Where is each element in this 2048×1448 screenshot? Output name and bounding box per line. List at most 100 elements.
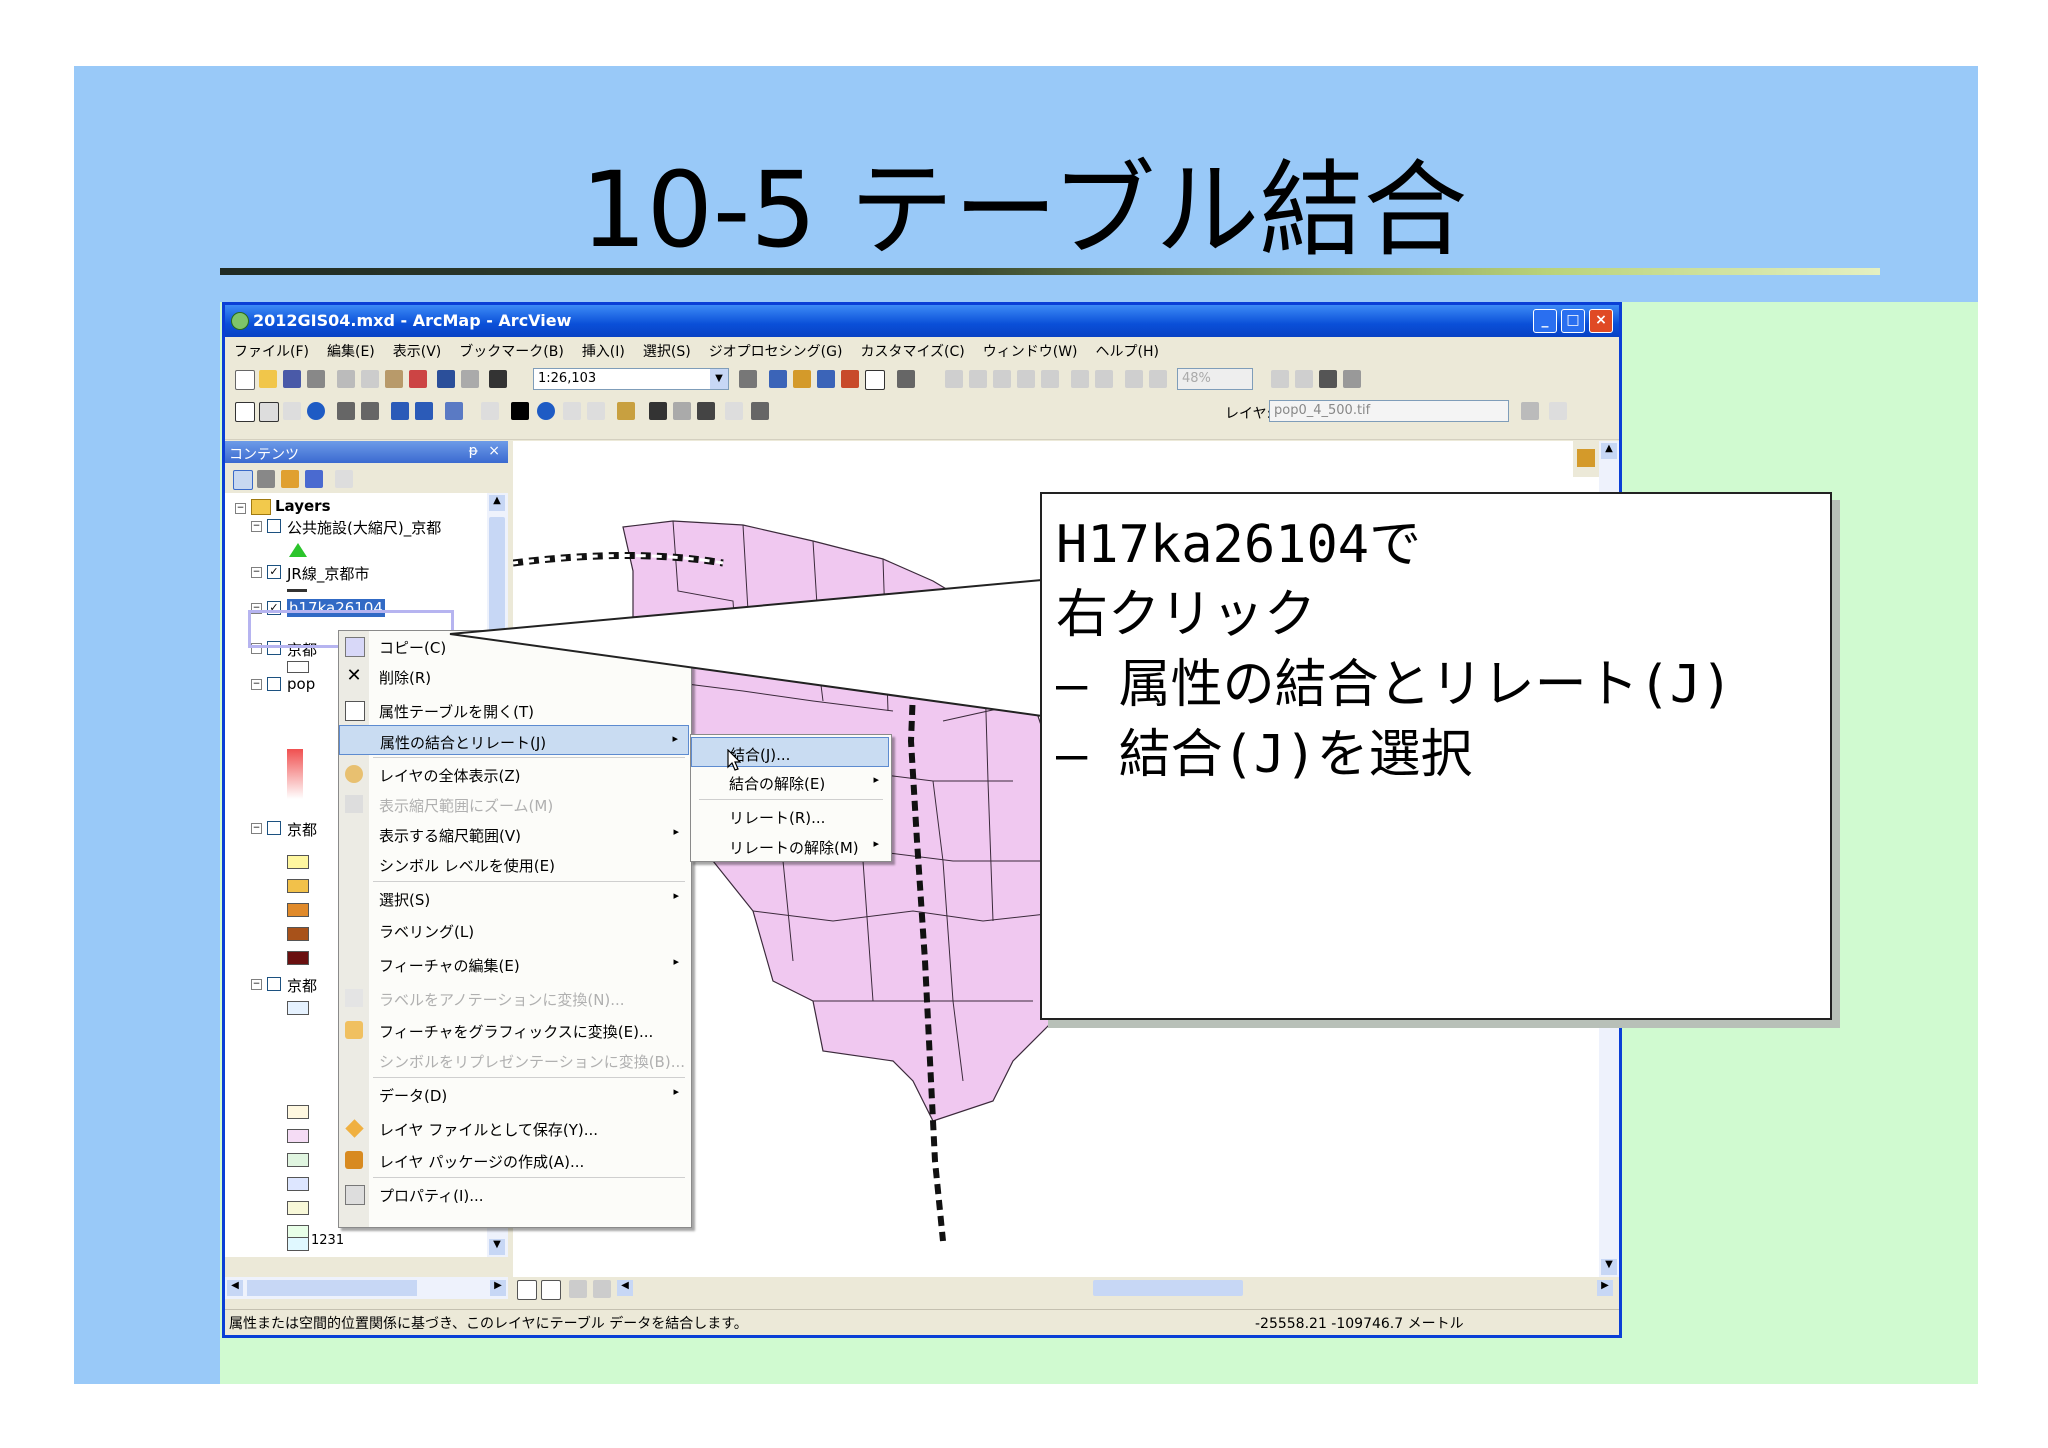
paste-icon[interactable] (385, 370, 403, 388)
maximize-button[interactable]: □ (1561, 309, 1585, 333)
zoom-out-icon[interactable] (259, 402, 279, 422)
layout-forward-icon[interactable] (1149, 370, 1167, 388)
submenu-item-remove-relates[interactable]: リレートの解除(M) ▸ (691, 831, 889, 861)
copy-icon[interactable] (361, 370, 379, 388)
print-icon[interactable] (307, 370, 325, 388)
menu-item-visible-scale-range[interactable]: 表示する縮尺範囲(V) ▸ (339, 819, 689, 849)
menu-item-zoom-to-layer[interactable]: レイヤの全体表示(Z) (339, 759, 689, 789)
undo-icon[interactable] (437, 370, 455, 388)
menu-item-create-layer-package[interactable]: レイヤ パッケージの作成(A)... (339, 1145, 689, 1175)
scroll-up-icon[interactable]: ▲ (489, 495, 505, 511)
new-document-icon[interactable] (235, 370, 255, 390)
layout-view-icon[interactable] (541, 1280, 561, 1300)
menu-item-delete[interactable]: ✕ 削除(R) (339, 661, 689, 691)
georef-icon[interactable] (1521, 402, 1539, 420)
layer-checkbox[interactable] (267, 821, 281, 835)
toc-options-icon[interactable] (335, 470, 353, 488)
hscroll-thumb[interactable] (247, 1280, 417, 1296)
layout-full-icon[interactable] (1017, 370, 1035, 388)
menu-item-joins-and-relates[interactable]: 属性の結合とリレート(J) ▸ (339, 725, 689, 755)
layout-fixed-in-icon[interactable] (1071, 370, 1089, 388)
measure-icon[interactable] (617, 402, 635, 420)
chevron-down-icon[interactable]: ▼ (710, 369, 728, 389)
list-by-source-icon[interactable] (257, 470, 275, 488)
editor-icon[interactable] (739, 370, 757, 388)
menu-item-open-attribute-table[interactable]: 属性テーブルを開く(T) (339, 695, 689, 725)
forward-arrow-icon[interactable] (415, 402, 433, 420)
layout-zoom-in-icon[interactable] (945, 370, 963, 388)
identify-icon[interactable] (537, 402, 555, 420)
collapse-icon[interactable]: − (251, 823, 262, 834)
list-by-drawing-order-icon[interactable] (233, 470, 253, 490)
hyperlink-icon[interactable] (563, 402, 581, 420)
menu-insert[interactable]: 挿入(I) (573, 337, 634, 361)
scroll-right-icon[interactable]: ▶ (1597, 1280, 1613, 1296)
back-arrow-icon[interactable] (391, 402, 409, 420)
viewer-icon[interactable] (751, 402, 769, 420)
hscroll-thumb[interactable] (1093, 1280, 1243, 1296)
scroll-right-icon[interactable]: ▶ (490, 1280, 506, 1296)
menu-item-copy[interactable]: コピー(C) (339, 631, 689, 661)
select-features-icon[interactable] (445, 402, 463, 420)
menu-edit[interactable]: 編集(E) (318, 337, 384, 361)
submenu-item-join[interactable]: 結合(J)... (691, 737, 889, 767)
pause-icon[interactable] (593, 1280, 611, 1298)
close-button[interactable]: × (1589, 309, 1613, 333)
menu-geoprocessing[interactable]: ジオプロセシング(G) (700, 337, 852, 361)
table-icon[interactable] (769, 370, 787, 388)
layer-checkbox[interactable] (267, 519, 281, 533)
scale-combo[interactable]: 1:26,103 ▼ (533, 368, 729, 390)
menu-windows[interactable]: ウィンドウ(W) (974, 337, 1087, 361)
list-by-selection-icon[interactable] (305, 470, 323, 488)
change-layout-icon[interactable] (1319, 370, 1337, 388)
layer-label[interactable]: 京都 (287, 975, 317, 996)
menu-view[interactable]: 表示(V) (384, 337, 451, 361)
scroll-up-icon[interactable]: ▲ (1601, 443, 1617, 459)
time-slider-icon[interactable] (725, 402, 743, 420)
fixed-zoom-in-icon[interactable] (337, 402, 355, 420)
toc-close-icon[interactable]: × (488, 443, 500, 459)
layout-pan-icon[interactable] (993, 370, 1011, 388)
menu-item-convert-symbology[interactable]: シンボルをリプレゼンテーションに変換(B)... (339, 1045, 689, 1075)
menu-selection[interactable]: 選択(S) (634, 337, 700, 361)
route-icon[interactable] (673, 402, 691, 420)
menu-item-save-as-layer-file[interactable]: レイヤ ファイルとして保存(Y)... (339, 1113, 689, 1143)
save-icon[interactable] (283, 370, 301, 388)
menu-customize[interactable]: カスタマイズ(C) (851, 337, 973, 361)
menu-bookmarks[interactable]: ブックマーク(B) (450, 337, 573, 361)
minimize-button[interactable]: _ (1533, 309, 1557, 333)
menu-item-properties[interactable]: プロパティ(I)... (339, 1179, 689, 1209)
toolbox-icon[interactable] (841, 370, 859, 388)
layer-label[interactable]: pop (287, 675, 315, 693)
menu-file[interactable]: ファイル(F) (225, 337, 318, 361)
pan-icon[interactable] (283, 402, 301, 420)
html-popup-icon[interactable] (587, 402, 605, 420)
list-by-visibility-icon[interactable] (281, 470, 299, 488)
menu-item-zoom-to-visible-scale[interactable]: 表示縮尺範囲にズーム(M) (339, 789, 689, 819)
catalog-dock-icon[interactable] (1577, 449, 1595, 467)
scroll-left-icon[interactable]: ◀ (227, 1280, 243, 1296)
menu-item-edit-features[interactable]: フィーチャの編集(E) ▸ (339, 949, 689, 979)
layer-label[interactable]: JR線_京都市 (287, 563, 369, 584)
layer-checkbox[interactable] (267, 677, 281, 691)
layout-back-icon[interactable] (1125, 370, 1143, 388)
fixed-zoom-out-icon[interactable] (361, 402, 379, 420)
redo-icon[interactable] (461, 370, 479, 388)
zoom-in-icon[interactable] (235, 402, 255, 422)
menu-item-use-symbol-levels[interactable]: シンボル レベルを使用(E) (339, 849, 689, 879)
submenu-item-remove-joins[interactable]: 結合の解除(E) ▸ (691, 767, 889, 797)
window-titlebar[interactable]: 2012GIS04.mxd - ArcMap - ArcView _ □ × (225, 305, 1619, 337)
add-data-icon[interactable] (489, 370, 507, 388)
scroll-left-icon[interactable]: ◀ (617, 1280, 633, 1296)
delete-icon[interactable] (409, 370, 427, 388)
layout-fixed-out-icon[interactable] (1095, 370, 1113, 388)
layer-checkbox[interactable] (267, 977, 281, 991)
layout-100-icon[interactable] (1041, 370, 1059, 388)
layer-combo[interactable]: pop0_4_500.tif (1269, 400, 1509, 422)
submenu-item-relate[interactable]: リレート(R)... (691, 801, 889, 831)
layer-label[interactable]: 京都 (287, 819, 317, 840)
layers-root-label[interactable]: Layers (275, 497, 331, 515)
cut-icon[interactable] (337, 370, 355, 388)
zoom-combo[interactable]: 48% (1177, 368, 1253, 390)
collapse-icon[interactable]: − (251, 979, 262, 990)
